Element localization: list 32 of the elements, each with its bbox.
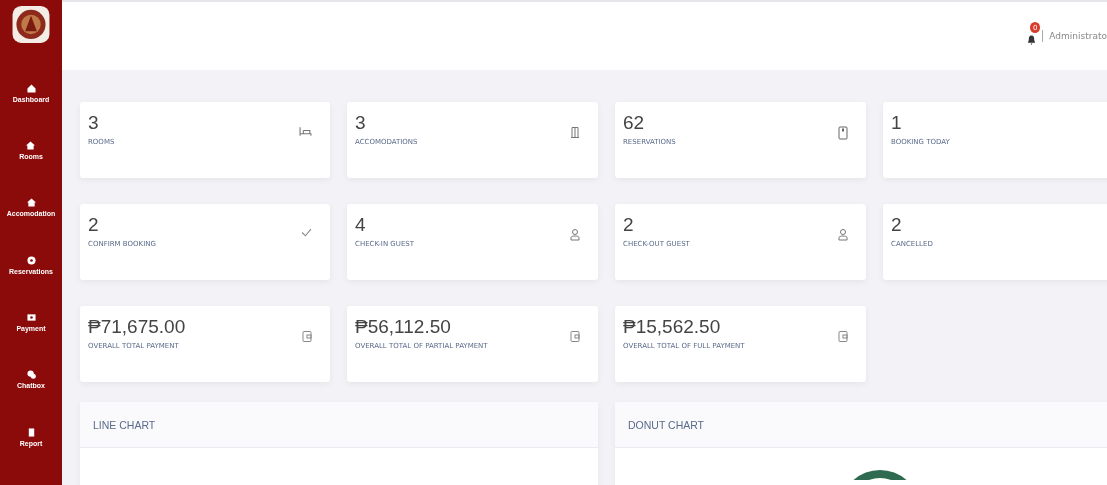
phone-icon xyxy=(838,126,848,140)
stat-value: 2 xyxy=(623,214,635,236)
person-icon xyxy=(570,228,580,241)
circle-icon xyxy=(26,255,36,265)
stat-value: 3 xyxy=(355,112,367,134)
house-icon xyxy=(26,198,36,208)
person-icon xyxy=(838,228,848,241)
stat-value: 1 xyxy=(891,112,903,134)
stat-value: ₱15,562.50 xyxy=(623,316,722,338)
stat-value: 4 xyxy=(355,214,367,236)
stat-value: 3 xyxy=(88,112,100,134)
stat-value: 2 xyxy=(891,214,903,236)
panel-title: DONUT CHART xyxy=(628,418,705,431)
panel-title: LINE CHART xyxy=(93,418,156,431)
user-name[interactable]: Administrato xyxy=(1049,31,1107,41)
bell-icon[interactable] xyxy=(1027,34,1037,46)
wallet-icon xyxy=(570,330,580,343)
bed-icon xyxy=(299,126,312,137)
home-icon xyxy=(26,83,36,93)
file-icon xyxy=(26,427,36,437)
stat-value: ₱56,112.50 xyxy=(355,316,452,338)
house-icon xyxy=(26,141,36,151)
logo-icon xyxy=(11,5,51,44)
door-icon xyxy=(570,126,580,139)
card-icon xyxy=(26,313,36,323)
stat-value: 62 xyxy=(623,112,646,134)
chat-icon xyxy=(26,370,36,380)
check-icon xyxy=(301,228,312,237)
stat-value: ₱71,675.00 xyxy=(88,316,186,338)
wallet-icon xyxy=(302,330,312,343)
stat-value: 2 xyxy=(88,214,100,236)
wallet-icon xyxy=(838,330,848,343)
